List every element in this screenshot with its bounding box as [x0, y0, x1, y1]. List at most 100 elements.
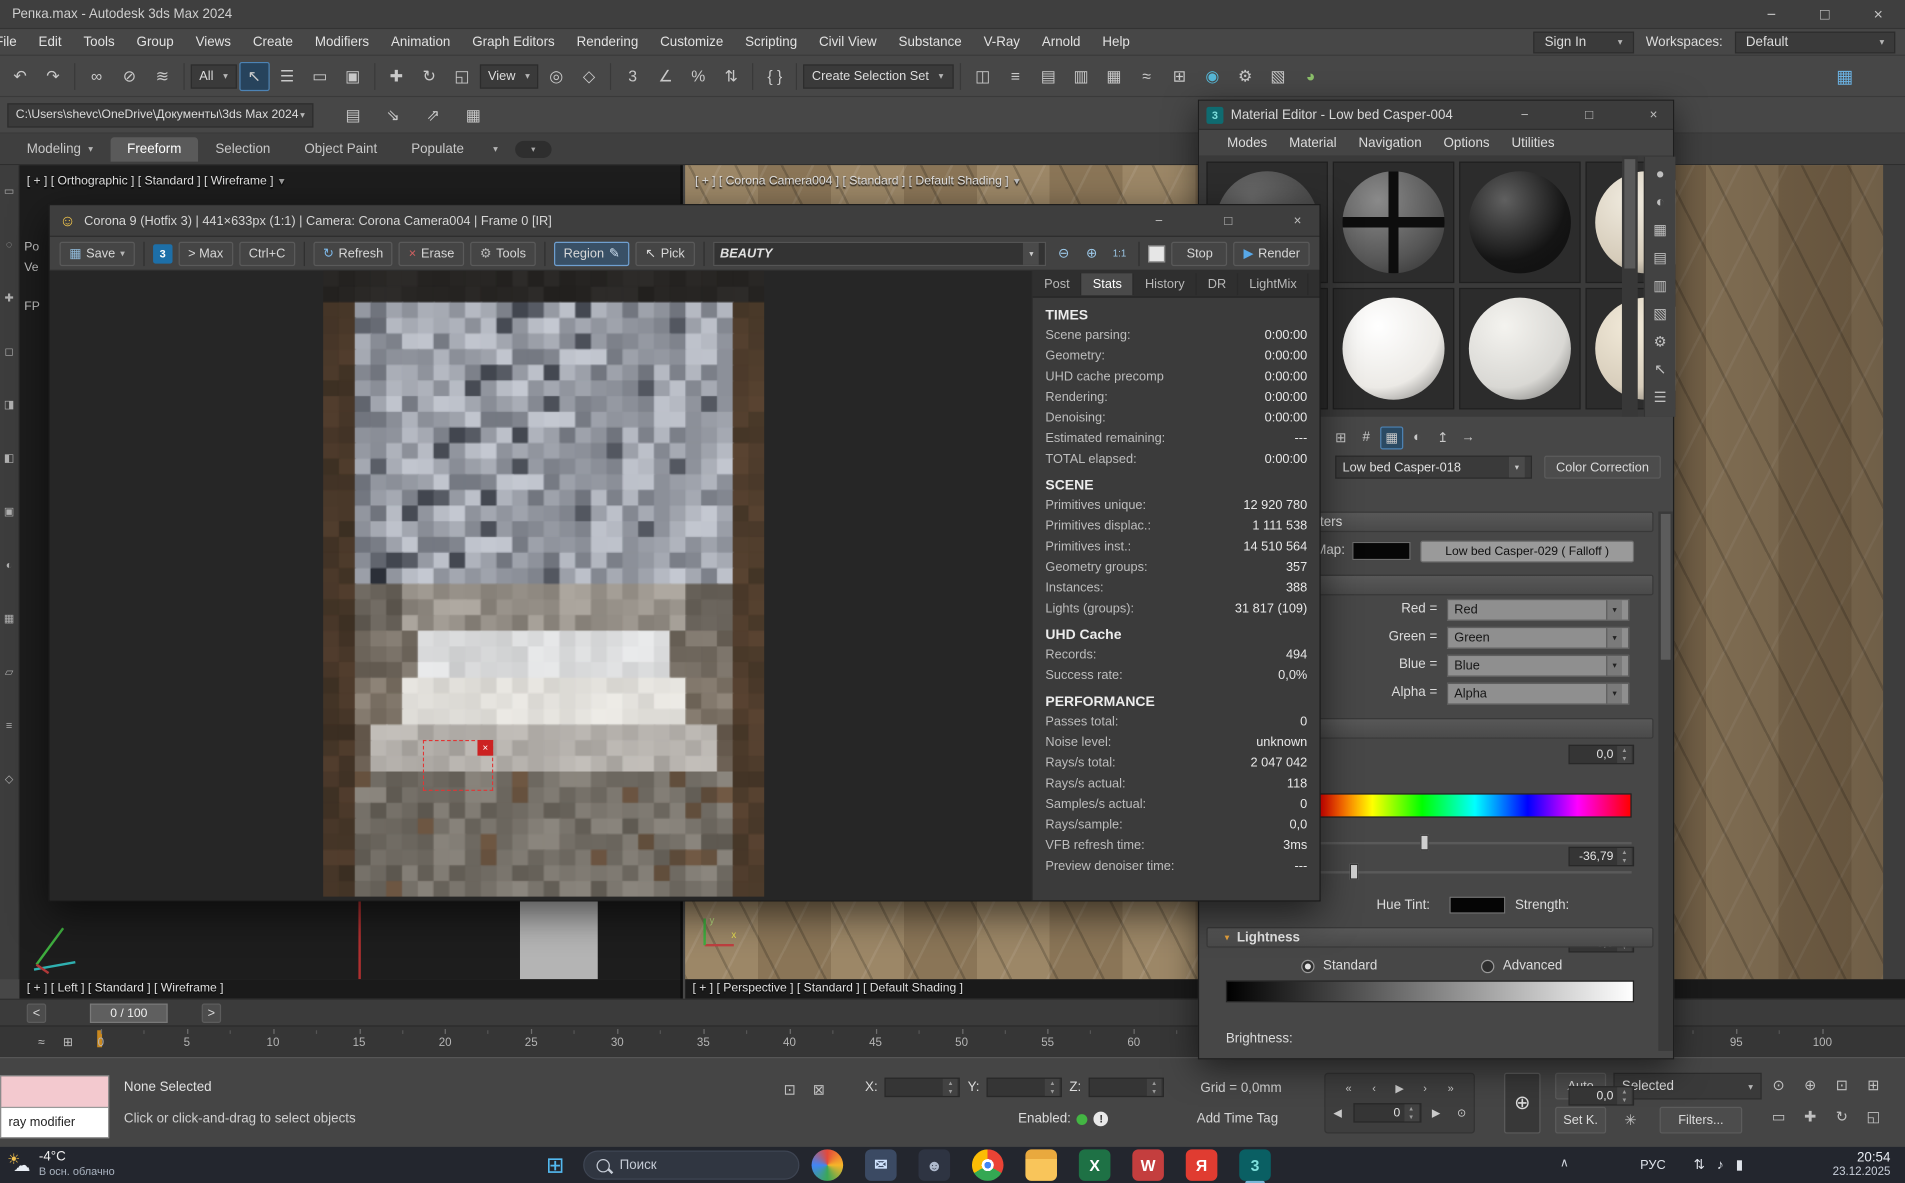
excel-icon[interactable]: X: [1079, 1149, 1111, 1181]
zoom-in-icon[interactable]: ⊕: [1081, 242, 1103, 264]
menu-scripting[interactable]: Scripting: [734, 35, 808, 50]
hue-shift-spinner[interactable]: 0,0▲▼: [1568, 745, 1634, 764]
angle-snap-icon[interactable]: ∠: [650, 61, 680, 90]
coordinate-field-z[interactable]: ▲▼: [1089, 1078, 1164, 1097]
mat-menu-utilities[interactable]: Utilities: [1501, 135, 1566, 150]
maximize-button[interactable]: □: [1216, 210, 1240, 232]
vfb-tab-history[interactable]: History: [1134, 273, 1197, 295]
spinner-arrows-icon[interactable]: ▲▼: [1404, 1104, 1419, 1121]
selection-lock-icon[interactable]: ⊠: [807, 1078, 831, 1102]
orbit-icon[interactable]: ↻: [1830, 1104, 1854, 1128]
spinner-arrows-icon[interactable]: ▲▼: [1617, 1087, 1632, 1104]
play-icon[interactable]: ▶: [1389, 1079, 1410, 1098]
render-image[interactable]: [323, 271, 764, 897]
viewport-filter-icon[interactable]: ▼: [277, 176, 287, 187]
tools-button[interactable]: ⚙Tools: [470, 241, 536, 265]
ribbon-config-caret-icon[interactable]: ▾: [493, 143, 498, 154]
current-frame-field[interactable]: 0▲▼: [1353, 1103, 1421, 1122]
explorer-icon[interactable]: [1025, 1149, 1057, 1181]
video-color-check-icon[interactable]: ▥: [1648, 273, 1672, 297]
left-dock-icon[interactable]: ✚: [0, 287, 19, 309]
keyboard-override-icon[interactable]: { }: [760, 61, 790, 90]
select-and-link-icon[interactable]: ∞: [81, 61, 111, 90]
channel-dropdown-blue[interactable]: Blue▾: [1447, 655, 1629, 677]
spinner-arrows-icon[interactable]: ▲▼: [1045, 1079, 1060, 1096]
select-by-name-icon[interactable]: ☰: [272, 61, 302, 90]
close-button[interactable]: ×: [1285, 210, 1309, 232]
spinner-snap-icon[interactable]: ⇅: [716, 61, 746, 90]
word-icon[interactable]: W: [1132, 1149, 1164, 1181]
mail-icon[interactable]: ✉: [865, 1149, 897, 1181]
app-maximize-button[interactable]: □: [1798, 0, 1851, 29]
viewport-filter-icon[interactable]: ▼: [1012, 176, 1022, 187]
material-sample-slot[interactable]: [1459, 162, 1580, 283]
put-to-library-icon[interactable]: ⊞: [1329, 426, 1352, 449]
zoom-all-icon[interactable]: ⊕: [1798, 1073, 1822, 1097]
zoom-icon[interactable]: ⊙: [1767, 1073, 1791, 1097]
key-filters-icon[interactable]: ✳: [1618, 1108, 1642, 1132]
maximize-viewport-icon[interactable]: ◱: [1861, 1104, 1885, 1128]
spinner-arrows-icon[interactable]: ▲▼: [1147, 1079, 1162, 1096]
ribbon-toggle-icon[interactable]: ▦: [1099, 61, 1129, 90]
material-sample-slot[interactable]: [1333, 162, 1454, 283]
menu-substance[interactable]: Substance: [888, 35, 973, 50]
spinner-arrows-icon[interactable]: ▲▼: [943, 1079, 958, 1096]
previous-frame-button[interactable]: <: [27, 1004, 46, 1023]
send-to-max-button[interactable]: > Max: [178, 241, 233, 265]
render-button[interactable]: ▶Render: [1234, 241, 1310, 265]
background-icon[interactable]: ▦: [1648, 217, 1672, 241]
mini-curve-editor-icon[interactable]: ≈: [29, 1030, 53, 1054]
sample-scrollbar[interactable]: [1622, 157, 1638, 417]
radio-icon[interactable]: [1481, 959, 1494, 972]
ribbon-tab-object-paint[interactable]: Object Paint: [287, 137, 394, 161]
archive-scene-icon[interactable]: ▦: [458, 100, 488, 129]
tray-caret-icon[interactable]: ∧: [1560, 1157, 1569, 1170]
menu-modifiers[interactable]: Modifiers: [304, 35, 380, 50]
use-pivot-point-icon[interactable]: ◎: [541, 61, 571, 90]
go-to-parent-icon[interactable]: ↥: [1431, 426, 1454, 449]
scene-explorer-icon[interactable]: ▤: [1033, 61, 1063, 90]
weather-widget[interactable]: ☀ ☁ -4°C В осн. облачно: [7, 1149, 114, 1178]
region-button[interactable]: Region✎: [554, 241, 629, 265]
zoom-region-icon[interactable]: ▭: [1767, 1104, 1791, 1128]
pick-button[interactable]: ↖Pick: [635, 241, 694, 265]
left-dock-icon[interactable]: ◇: [0, 768, 19, 790]
material-name-dropdown[interactable]: Low bed Casper-018 ▾: [1335, 456, 1532, 479]
sample-tiling-icon[interactable]: ▤: [1648, 245, 1672, 269]
warning-icon[interactable]: !: [1094, 1112, 1109, 1127]
left-dock-icon[interactable]: ▭: [0, 180, 19, 202]
sign-in-dropdown[interactable]: Sign In ▾: [1534, 31, 1634, 53]
max-taskbar-icon[interactable]: 3: [1239, 1149, 1271, 1181]
make-preview-icon[interactable]: ▧: [1648, 301, 1672, 325]
channel-dropdown-alpha[interactable]: Alpha▾: [1447, 683, 1629, 705]
ribbon-minimize-pill[interactable]: ▾: [515, 140, 551, 157]
mat-menu-modes[interactable]: Modes: [1216, 135, 1278, 150]
track-options-icon[interactable]: ⊞: [56, 1030, 80, 1054]
color-slider-handle[interactable]: [1350, 864, 1359, 880]
viewport-label[interactable]: [ + ] [ Perspective ] [ Standard ] [ Def…: [693, 982, 963, 995]
battery-icon[interactable]: ▮: [1736, 1157, 1743, 1173]
schematic-view-icon[interactable]: ⊞: [1164, 61, 1194, 90]
unlink-selection-icon[interactable]: ⊘: [114, 61, 144, 90]
menu-animation[interactable]: Animation: [380, 35, 461, 50]
zoom-extents-icon[interactable]: ⊡: [1830, 1073, 1854, 1097]
select-and-rotate-icon[interactable]: ↻: [414, 61, 444, 90]
spinner-arrows-icon[interactable]: ▲▼: [1617, 746, 1632, 763]
menu-tools[interactable]: Tools: [73, 35, 126, 50]
menu-edit[interactable]: Edit: [28, 35, 73, 50]
lightness-mode-advanced[interactable]: Advanced: [1481, 959, 1562, 974]
material-map-navigator-icon[interactable]: ☰: [1648, 385, 1672, 409]
mirror-icon[interactable]: ◫: [967, 61, 997, 90]
next-frame-icon[interactable]: ›: [1415, 1079, 1436, 1098]
copy-shortcut-button[interactable]: Ctrl+C: [239, 241, 295, 265]
sample-type-icon[interactable]: ●: [1648, 162, 1672, 186]
app-close-button[interactable]: ×: [1852, 0, 1905, 29]
material-editor-titlebar[interactable]: 3 Material Editor - Low bed Casper-004 −…: [1199, 101, 1673, 130]
render-view[interactable]: ×: [323, 271, 764, 897]
time-slider[interactable]: 0 / 100: [90, 1004, 168, 1023]
snaps-toggle-icon[interactable]: 3: [618, 61, 648, 90]
minimize-button[interactable]: −: [1513, 104, 1537, 126]
previous-key-icon[interactable]: ◀: [1327, 1103, 1348, 1122]
material-scrollbar[interactable]: [1658, 511, 1673, 1050]
select-by-material-icon[interactable]: ↖: [1648, 357, 1672, 381]
